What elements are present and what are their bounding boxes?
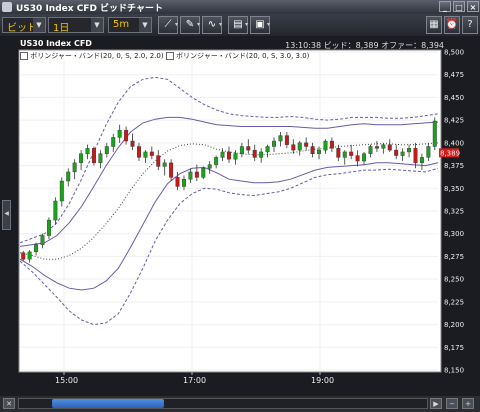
y-axis: 8,500 8,475 8,450 8,425 8,400 8,375 8,350 8,325… — [439, 49, 464, 375]
candle-body — [220, 151, 225, 158]
candle-body — [265, 146, 270, 153]
y-tick-label: 8,375 — [444, 162, 464, 170]
candle-body — [59, 180, 64, 202]
indicator-legend: ボリンジャー・バンド(20, 0, S, 2.0, 2.0) ボリンジャー・バン… — [20, 51, 310, 61]
candle-body — [246, 146, 251, 151]
price-chart[interactable]: 8,500 8,475 8,450 8,425 8,400 8,375 8,350 8,325… — [0, 0, 480, 412]
y-tick-label: 8,225 — [444, 298, 464, 306]
current-price-label: 8,389 — [440, 149, 460, 157]
zoom-out-button[interactable]: − — [446, 398, 458, 409]
candle-body — [329, 140, 334, 149]
y-tick-label: 8,350 — [444, 185, 464, 193]
candle-body — [323, 140, 328, 151]
candle-body — [91, 148, 96, 164]
candle-body — [387, 144, 392, 151]
candle-body — [130, 140, 135, 147]
candle-body — [227, 151, 231, 160]
candle-body — [381, 144, 386, 149]
candle-body — [284, 135, 289, 145]
candle-body — [169, 162, 174, 178]
candle-body — [207, 164, 212, 169]
x-tick-label: 17:00 — [183, 376, 206, 385]
scroll-left-button[interactable]: ✕ — [3, 398, 15, 409]
candle-body — [162, 162, 167, 167]
candle-body — [201, 168, 206, 178]
candle-body — [355, 155, 360, 162]
candle-body — [137, 146, 141, 158]
candle-body — [40, 235, 45, 245]
candle-body — [317, 149, 321, 154]
y-tick-label: 8,475 — [444, 71, 464, 79]
candle-body — [143, 151, 148, 158]
candle-body — [156, 155, 161, 167]
candle-body — [419, 157, 424, 164]
candle-body — [342, 151, 347, 158]
candle-body — [34, 244, 39, 253]
candle-body — [182, 178, 186, 187]
candle-body — [394, 149, 399, 156]
candle-body — [413, 148, 418, 164]
scroll-right-button[interactable]: ▶ — [430, 398, 442, 409]
y-tick-label: 8,450 — [444, 94, 464, 102]
horizontal-scrollbar[interactable]: ✕ ▶ − + — [0, 396, 480, 412]
candle-body — [407, 148, 412, 153]
candle-body — [368, 146, 373, 154]
candle-body — [21, 252, 26, 260]
zoom-in-button[interactable]: + — [462, 398, 474, 409]
candle-body — [27, 251, 32, 260]
y-tick-label: 8,275 — [444, 253, 464, 261]
candle-body — [53, 200, 58, 221]
candle-body — [252, 149, 257, 158]
x-tick-label: 15:00 — [55, 376, 78, 385]
candle-body — [233, 153, 238, 160]
legend-bb-3[interactable]: ボリンジャー・バンド(20, 0, S, 3.0, 3.0) — [176, 52, 309, 60]
candle-body — [175, 177, 180, 187]
candle-body — [188, 171, 193, 180]
candle-body — [72, 162, 77, 173]
x-tick-label: 19:00 — [311, 376, 334, 385]
candle-body — [432, 120, 437, 147]
candle-body — [362, 153, 367, 162]
candle-body — [46, 219, 51, 236]
candle-body — [291, 144, 296, 151]
candle-body — [85, 148, 90, 154]
y-tick-label: 8,325 — [444, 208, 464, 216]
candle-body — [111, 137, 116, 147]
candle-body — [259, 151, 264, 158]
candle-body — [297, 142, 302, 151]
y-tick-label: 8,150 — [444, 367, 464, 375]
y-tick-label: 8,200 — [444, 321, 464, 329]
y-tick-label: 8,425 — [444, 117, 464, 125]
candle-body — [79, 153, 84, 164]
candle-body — [336, 148, 341, 158]
candle-body — [194, 171, 199, 178]
y-tick-label: 8,175 — [444, 344, 464, 352]
legend-toggle-2[interactable] — [165, 52, 174, 60]
candle-body — [278, 135, 283, 142]
legend-bb-2[interactable]: ボリンジャー・バンド(20, 0, S, 2.0, 2.0) — [30, 52, 163, 60]
y-tick-label: 8,400 — [444, 139, 464, 147]
y-tick-label: 8,300 — [444, 230, 464, 238]
candle-body — [66, 171, 71, 182]
candle-body — [149, 151, 154, 156]
candle-body — [349, 151, 354, 156]
candle-body — [214, 157, 219, 165]
candle-body — [117, 129, 122, 138]
candle-body — [104, 146, 109, 154]
y-tick-label: 8,250 — [444, 276, 464, 284]
x-axis: 15:00 17:00 19:00 — [55, 372, 334, 385]
candle-body — [272, 140, 276, 147]
panel-collapse-handle[interactable]: ◀ — [2, 200, 11, 230]
candle-body — [400, 151, 405, 156]
candle-body — [374, 146, 379, 149]
candle-body — [98, 153, 103, 164]
scroll-thumb[interactable] — [52, 399, 164, 408]
candle-body — [310, 146, 315, 154]
legend-toggle-1[interactable] — [20, 52, 28, 60]
candle-body — [426, 146, 431, 158]
candle-body — [304, 142, 309, 147]
y-tick-label: 8,500 — [444, 49, 464, 57]
candle-body — [239, 146, 244, 154]
candle-body — [124, 129, 129, 142]
